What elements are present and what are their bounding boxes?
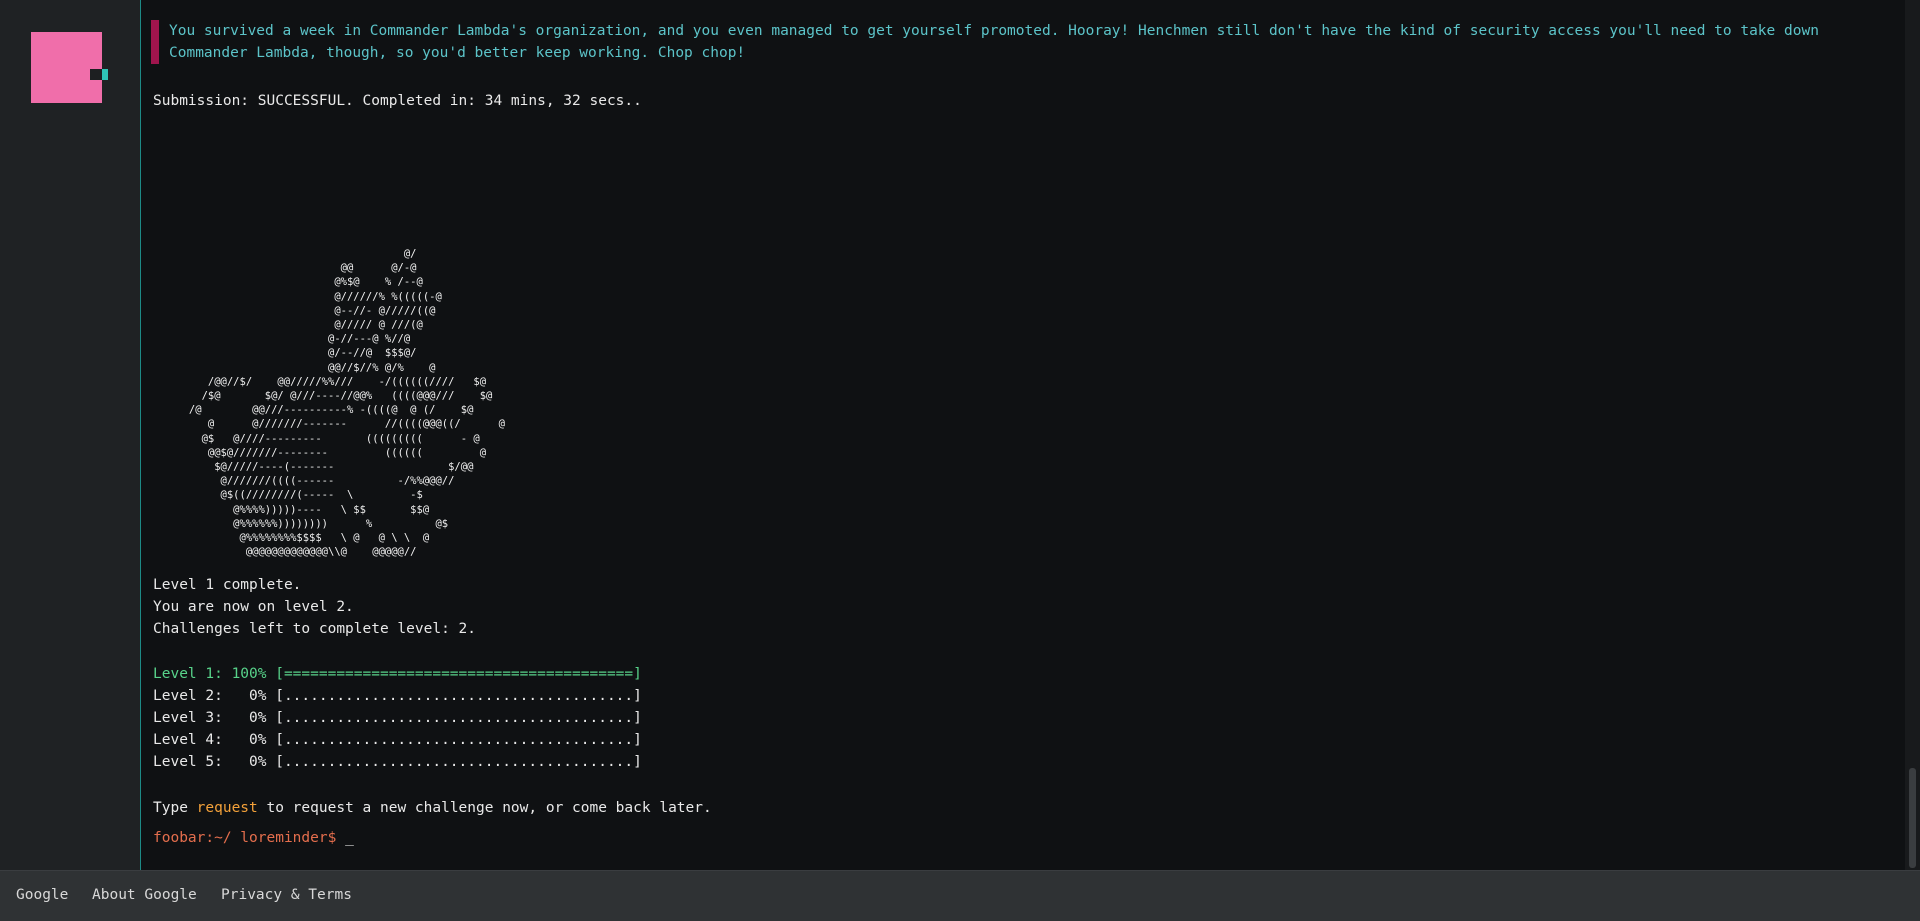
text-cursor[interactable]: _ xyxy=(345,830,354,846)
level-progress-row: Level 5: 0% [...........................… xyxy=(153,754,642,770)
avatar-eye-glow xyxy=(102,69,108,80)
sidebar xyxy=(0,0,141,870)
challenges-left-text: Challenges left to complete level: 2. xyxy=(153,621,477,637)
level-progress-row: Level 2: 0% [...........................… xyxy=(153,688,642,704)
scrollbar-thumb[interactable] xyxy=(1909,768,1916,868)
terminal-output[interactable]: You survived a week in Commander Lambda'… xyxy=(141,0,1905,870)
footer-link-about-google[interactable]: About Google xyxy=(92,887,197,903)
app-window: You survived a week in Commander Lambda'… xyxy=(0,0,1920,921)
ascii-art-bunny: @/ @@ @/-@ @%$@ % /--@ @//////% %(((((-@… xyxy=(188,248,506,559)
request-hint-prefix: Type xyxy=(153,800,197,816)
story-quote: You survived a week in Commander Lambda'… xyxy=(151,20,1849,64)
level-complete-text: Level 1 complete. xyxy=(153,577,302,593)
footer-link-privacy-terms[interactable]: Privacy & Terms xyxy=(221,887,352,903)
footer: Google About Google Privacy & Terms xyxy=(0,870,1920,921)
avatar xyxy=(31,32,102,103)
request-hint: Type request to request a new challenge … xyxy=(153,797,712,819)
level-progress-row: Level 3: 0% [...........................… xyxy=(153,710,642,726)
level-progress-row: Level 4: 0% [...........................… xyxy=(153,732,642,748)
footer-link-google[interactable]: Google xyxy=(16,887,68,903)
avatar-eye xyxy=(90,69,102,80)
submission-status: Submission: SUCCESSFUL. Completed in: 34… xyxy=(153,93,642,109)
current-level-text: You are now on level 2. xyxy=(153,599,354,615)
level-progress-row: Level 1: 100% [=========================… xyxy=(153,666,642,682)
request-command: request xyxy=(196,800,258,816)
command-prompt[interactable]: foobar:~/ loreminder$ _ xyxy=(153,827,354,849)
prompt-label: foobar:~/ loreminder$ xyxy=(153,830,346,846)
request-hint-suffix: to request a new challenge now, or come … xyxy=(257,800,712,816)
scrollbar[interactable] xyxy=(1905,0,1920,870)
